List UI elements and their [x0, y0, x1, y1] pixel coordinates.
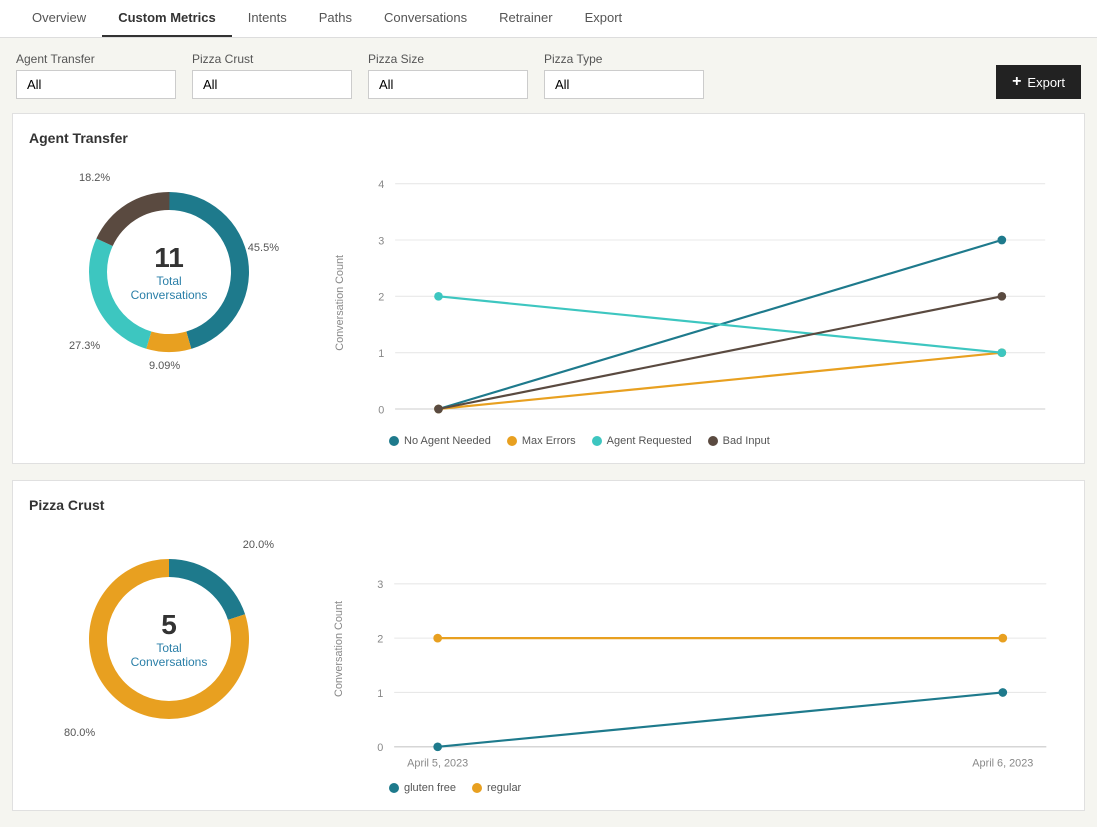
- svg-text:0: 0: [378, 404, 384, 416]
- legend-no-agent: No Agent Needed: [389, 435, 491, 447]
- donut-total: 11: [131, 242, 208, 274]
- legend-label-no-agent: No Agent Needed: [404, 435, 491, 447]
- line-agent-requested: [439, 296, 1002, 352]
- filters-bar: Agent Transfer All Pizza Crust All Pizza…: [0, 38, 1097, 113]
- agent-transfer-chart-row: 18.2% 45.5% 27.3% 9.09% 11 Total Convers…: [29, 162, 1068, 447]
- legend-dot-agent-requested: [592, 436, 602, 446]
- svg-text:1: 1: [378, 348, 384, 360]
- legend-agent-requested: Agent Requested: [592, 435, 692, 447]
- pizza-donut-center: 5 Total Conversations: [131, 609, 208, 669]
- legend-label-agent-requested: Agent Requested: [607, 435, 692, 447]
- legend-dot-bad-input: [708, 436, 718, 446]
- pizza-type-label: Pizza Type: [544, 52, 704, 66]
- export-label: Export: [1027, 75, 1065, 90]
- donut-label: Total Conversations: [131, 274, 208, 302]
- agent-transfer-title: Agent Transfer: [29, 130, 1068, 146]
- pizza-crust-title: Pizza Crust: [29, 497, 1068, 513]
- nav-tabs: OverviewCustom MetricsIntentsPathsConver…: [0, 0, 1097, 38]
- legend-dot-no-agent: [389, 436, 399, 446]
- legend-regular: regular: [472, 782, 521, 794]
- y-axis-label: Conversation Count: [334, 255, 346, 351]
- pizza-donut-wrapper: 20.0% 80.0% 5 Total Conversations: [59, 529, 279, 749]
- line-max-errors: [439, 353, 1002, 409]
- legend-label-bad-input: Bad Input: [723, 435, 770, 447]
- pizza-crust-line-svg: Conversation Count 3 2 1 0 April 5, 2023…: [329, 529, 1068, 769]
- pizza-crust-section: Pizza Crust 20.0% 80.0% 5 Total Conversa…: [12, 480, 1085, 811]
- pizza-crust-select[interactable]: All: [192, 70, 352, 99]
- nav-tab-export[interactable]: Export: [569, 0, 639, 37]
- pizza-size-label: Pizza Size: [368, 52, 528, 66]
- legend-bad-input: Bad Input: [708, 435, 770, 447]
- pizza-size-filter: Pizza Size All: [368, 52, 528, 99]
- donut-wrapper: 18.2% 45.5% 27.3% 9.09% 11 Total Convers…: [59, 162, 279, 382]
- svg-text:0: 0: [377, 742, 383, 754]
- pizza-crust-donut-area: 20.0% 80.0% 5 Total Conversations: [29, 529, 309, 749]
- legend-gluten-free: gluten free: [389, 782, 456, 794]
- pizza-size-select[interactable]: All: [368, 70, 528, 99]
- donut-segment: [146, 331, 191, 352]
- svg-text:2: 2: [377, 633, 383, 645]
- pizza-donut-total: 5: [131, 609, 208, 641]
- nav-tab-paths[interactable]: Paths: [303, 0, 368, 37]
- line-gluten-free: [438, 692, 1003, 746]
- agent-transfer-line-svg: Conversation Count 4 3 2 1 0 April 5, 20…: [329, 162, 1068, 422]
- agent-transfer-select[interactable]: All: [16, 70, 176, 99]
- legend-label-gluten-free: gluten free: [404, 782, 456, 794]
- pizza-type-select[interactable]: All: [544, 70, 704, 99]
- svg-text:2: 2: [378, 292, 384, 304]
- pizza-crust-filter: Pizza Crust All: [192, 52, 352, 99]
- svg-text:April 5, 2023: April 5, 2023: [407, 757, 468, 769]
- y-axis-label-pizza: Conversation Count: [333, 601, 345, 697]
- plus-icon: +: [1012, 73, 1021, 91]
- agent-transfer-donut-area: 18.2% 45.5% 27.3% 9.09% 11 Total Convers…: [29, 162, 309, 382]
- svg-text:3: 3: [378, 235, 384, 247]
- agent-transfer-line-chart: Conversation Count 4 3 2 1 0 April 5, 20…: [329, 162, 1068, 447]
- legend-label-regular: regular: [487, 782, 521, 794]
- legend-max-errors: Max Errors: [507, 435, 576, 447]
- agent-transfer-filter: Agent Transfer All: [16, 52, 176, 99]
- legend-dot-gluten-free: [389, 783, 399, 793]
- donut-segment: [96, 192, 169, 246]
- legend-dot-regular: [472, 783, 482, 793]
- pizza-type-filter: Pizza Type All: [544, 52, 704, 99]
- svg-text:4: 4: [378, 179, 384, 191]
- pizza-crust-legend: gluten free regular: [389, 782, 1068, 794]
- agent-transfer-legend: No Agent Needed Max Errors Agent Request…: [389, 435, 1068, 447]
- nav-tab-retrainer[interactable]: Retrainer: [483, 0, 568, 37]
- svg-text:April 6, 2023: April 6, 2023: [972, 757, 1033, 769]
- svg-text:3: 3: [377, 579, 383, 591]
- nav-tab-overview[interactable]: Overview: [16, 0, 102, 37]
- legend-label-max-errors: Max Errors: [522, 435, 576, 447]
- svg-text:1: 1: [377, 688, 383, 700]
- agent-transfer-label: Agent Transfer: [16, 52, 176, 66]
- pizza-crust-chart-row: 20.0% 80.0% 5 Total Conversations Conver…: [29, 529, 1068, 794]
- export-button[interactable]: + Export: [996, 65, 1081, 99]
- pizza-crust-label: Pizza Crust: [192, 52, 352, 66]
- pizza-crust-line-chart: Conversation Count 3 2 1 0 April 5, 2023…: [329, 529, 1068, 794]
- pizza-donut-label: Total Conversations: [131, 641, 208, 669]
- agent-transfer-section: Agent Transfer 18.2% 45.5% 27.3% 9.09% 1…: [12, 113, 1085, 464]
- legend-dot-max-errors: [507, 436, 517, 446]
- nav-tab-conversations[interactable]: Conversations: [368, 0, 483, 37]
- nav-tab-custom-metrics[interactable]: Custom Metrics: [102, 0, 232, 37]
- nav-tab-intents[interactable]: Intents: [232, 0, 303, 37]
- donut-center: 11 Total Conversations: [131, 242, 208, 302]
